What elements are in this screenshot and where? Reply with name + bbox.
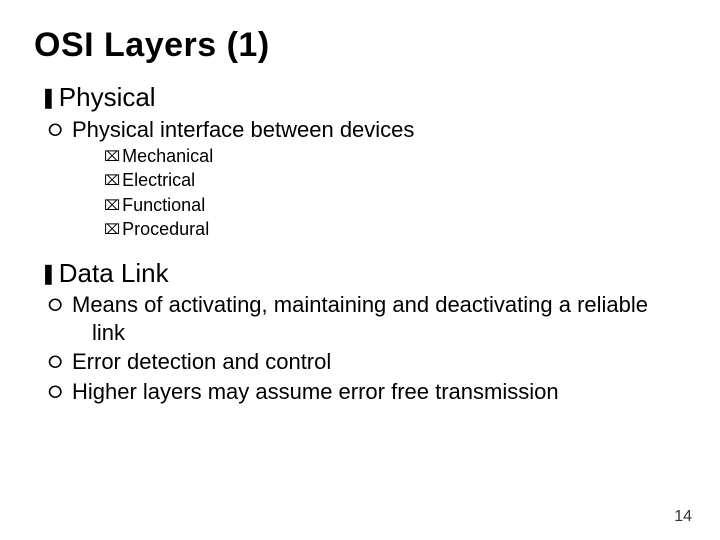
subsub-label: Functional (122, 195, 205, 215)
bullet-label: Data Link (59, 258, 169, 288)
xbox-bullet-icon: ⌧ (104, 147, 120, 165)
subsub-label: Electrical (122, 170, 195, 190)
bullet-label: Physical (59, 82, 156, 112)
subsub-procedural: ⌧Procedural (104, 218, 686, 241)
xbox-bullet-icon: ⌧ (104, 220, 120, 238)
bullet-physical: ❚Physical (40, 81, 686, 114)
xbox-bullet-icon: ⌧ (104, 171, 120, 189)
subbullet-label: Error detection and control (72, 349, 331, 374)
subbullet-means: ⭘Means of activating, maintaining and de… (70, 291, 686, 346)
subbullet-label: Higher layers may assume error free tran… (72, 379, 559, 404)
subsub-label: Mechanical (122, 146, 213, 166)
subbullet-error-detection: ⭘Error detection and control (70, 348, 686, 376)
subbullet-label: Means of activating, maintaining and dea… (72, 292, 648, 345)
slide-title: OSI Layers (1) (34, 26, 686, 65)
subbullet-label: Physical interface between devices (72, 117, 414, 142)
subbullet-higher-layers: ⭘Higher layers may assume error free tra… (70, 378, 686, 406)
subbullet-physical-interface: ⭘Physical interface between devices (70, 116, 686, 144)
bullet-datalink: ❚Data Link (40, 257, 686, 290)
subsub-functional: ⌧Functional (104, 194, 686, 217)
page-number: 14 (674, 508, 692, 526)
xbox-bullet-icon: ⌧ (104, 196, 120, 214)
subsub-label: Procedural (122, 219, 209, 239)
slide: OSI Layers (1) ❚Physical ⭘Physical inter… (0, 0, 720, 540)
square-bullet-icon: ❚ (40, 86, 57, 111)
subsub-mechanical: ⌧Mechanical (104, 145, 686, 168)
subsub-electrical: ⌧Electrical (104, 169, 686, 192)
spacer (34, 243, 686, 253)
square-bullet-icon: ❚ (40, 262, 57, 287)
